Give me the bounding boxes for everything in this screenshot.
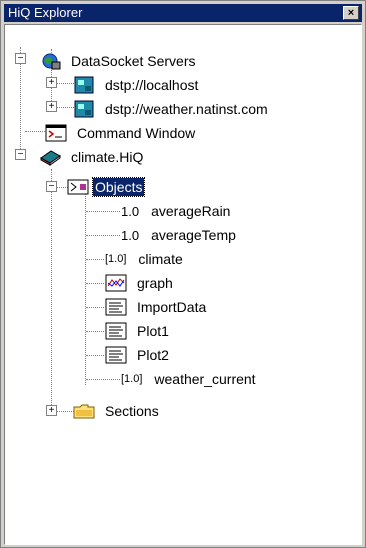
- tree-node-climate-hiq[interactable]: climate.HiQ: [39, 145, 145, 169]
- tree-node-label: graph: [137, 275, 173, 291]
- explorer-tree[interactable]: − + + − − + DataSocket Servers dstp://lo…: [4, 24, 362, 545]
- tree-line: [56, 411, 74, 412]
- tree-node-label: Objects: [91, 177, 146, 197]
- tree-node-objects[interactable]: Objects: [67, 175, 146, 199]
- tree-line: [86, 235, 120, 236]
- tree-line: [86, 259, 104, 260]
- tree-line: [56, 107, 74, 108]
- window-title: HiQ Explorer: [8, 5, 83, 20]
- tree-node-label: Sections: [105, 403, 159, 419]
- graph-icon: [105, 274, 127, 292]
- tree-line: [86, 355, 104, 356]
- tree-node-command-window[interactable]: Command Window: [45, 121, 197, 145]
- tree-node-label: Command Window: [77, 125, 196, 141]
- script-icon: [105, 346, 127, 364]
- tree-node-label: dstp://localhost: [105, 77, 199, 93]
- command-window-icon: [45, 124, 67, 142]
- expand-toggle[interactable]: +: [46, 77, 57, 88]
- tree-node-label: DataSocket Servers: [71, 53, 196, 69]
- tree-node-weather-server[interactable]: dstp://weather.natinst.com: [73, 97, 270, 121]
- tree-node-label: ImportData: [137, 299, 207, 315]
- tree-line: [25, 131, 45, 132]
- tree-line: [86, 283, 104, 284]
- tree-node-label: averageTemp: [151, 227, 236, 243]
- title-bar[interactable]: HiQ Explorer ×: [4, 4, 362, 22]
- tree-node-weather-current[interactable]: [1.0] weather_current: [121, 367, 258, 391]
- tree-line: [56, 83, 74, 84]
- expand-toggle[interactable]: +: [46, 405, 57, 416]
- tree-node-label: Plot1: [137, 323, 169, 339]
- tree-node-label: climate.HiQ: [71, 149, 144, 165]
- objects-folder-icon: [67, 178, 89, 196]
- folder-icon: [73, 402, 95, 420]
- server-icon: [73, 76, 95, 94]
- tree-line: [86, 307, 104, 308]
- tree-node-sections[interactable]: Sections: [73, 399, 161, 423]
- tree-node-label: dstp://weather.natinst.com: [105, 101, 268, 117]
- explorer-window: HiQ Explorer × − + + − − + DataSocket Se…: [0, 0, 366, 548]
- tree-node-plot1[interactable]: Plot1: [105, 319, 171, 343]
- scalar-icon: 1.0: [121, 203, 140, 219]
- expand-toggle[interactable]: +: [46, 101, 57, 112]
- tree-line: [85, 193, 86, 385]
- tree-node-label: Plot2: [137, 347, 169, 363]
- matrix-icon: [1.0]: [105, 253, 127, 265]
- tree-line: [86, 379, 120, 380]
- server-icon: [73, 100, 95, 118]
- tree-line: [86, 331, 104, 332]
- tree-line: [51, 169, 52, 409]
- tree-node-label: averageRain: [151, 203, 231, 219]
- tree-node-graph[interactable]: graph: [105, 271, 175, 295]
- tree-node-label: weather_current: [154, 371, 256, 387]
- tree-node-averagerain[interactable]: 1.0 averageRain: [121, 199, 232, 223]
- collapse-toggle[interactable]: −: [15, 149, 26, 160]
- script-icon: [105, 322, 127, 340]
- tree-node-plot2[interactable]: Plot2: [105, 343, 171, 367]
- worksheet-icon: [39, 148, 61, 166]
- tree-node-importdata[interactable]: ImportData: [105, 295, 208, 319]
- collapse-toggle[interactable]: −: [46, 181, 57, 192]
- tree-node-climate[interactable]: [1.0] climate: [105, 247, 185, 271]
- tree-node-datasocket-servers[interactable]: DataSocket Servers: [39, 49, 198, 73]
- tree-node-label: climate: [138, 251, 183, 267]
- tree-line: [86, 211, 120, 212]
- script-icon: [105, 298, 127, 316]
- close-icon: ×: [347, 7, 355, 19]
- globe-server-icon: [39, 52, 61, 70]
- tree-node-averagetemp[interactable]: 1.0 averageTemp: [121, 223, 238, 247]
- close-button[interactable]: ×: [343, 6, 359, 20]
- scalar-icon: 1.0: [121, 227, 140, 243]
- matrix-icon: [1.0]: [121, 373, 143, 385]
- collapse-toggle[interactable]: −: [15, 53, 26, 64]
- tree-node-localhost[interactable]: dstp://localhost: [73, 73, 200, 97]
